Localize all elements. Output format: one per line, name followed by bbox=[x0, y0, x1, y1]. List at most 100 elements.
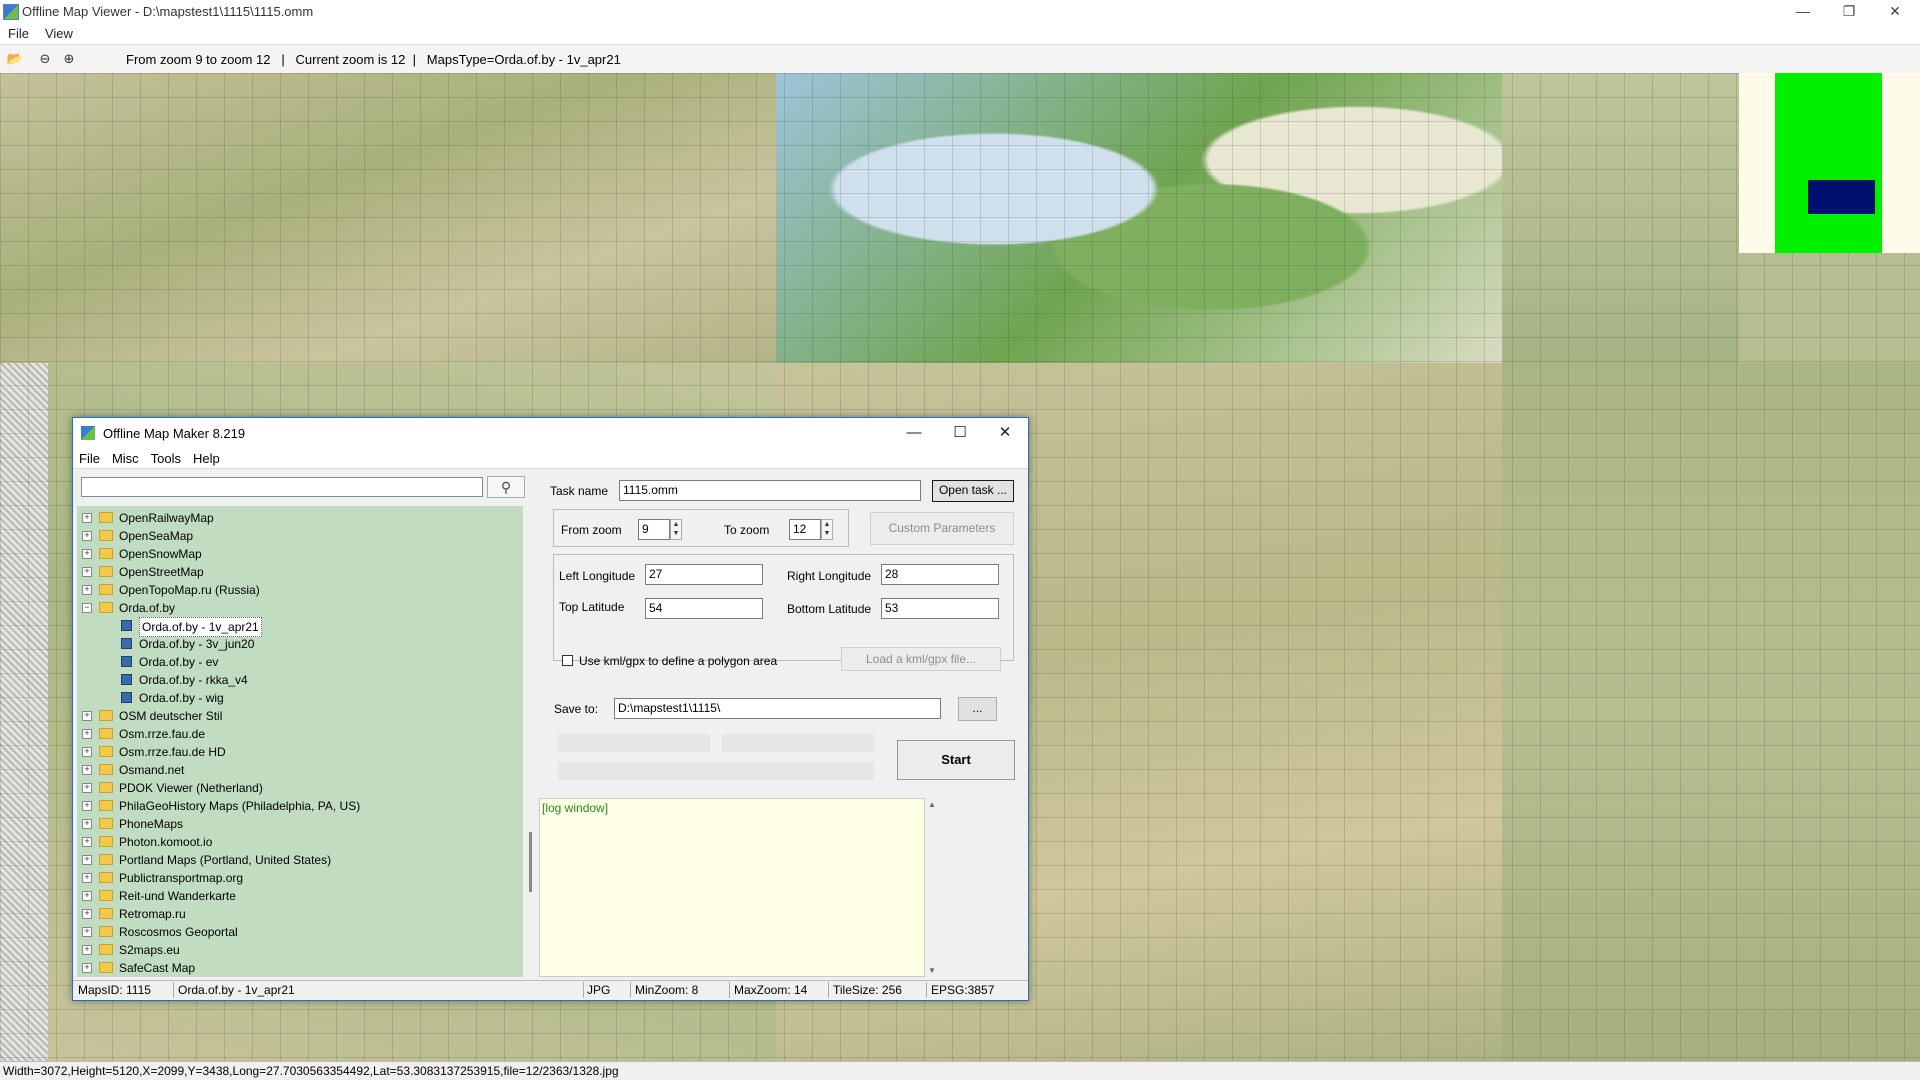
tree-scroll-thumb[interactable] bbox=[529, 832, 532, 892]
expand-icon[interactable]: + bbox=[82, 837, 92, 847]
expand-icon[interactable]: + bbox=[82, 567, 92, 577]
map-source-tree[interactable]: + OpenRailwayMap + OpenSeaMap + OpenSnowMap + O… bbox=[77, 506, 523, 977]
tree-folder-item[interactable]: + OpenStreetMap bbox=[77, 563, 517, 581]
scroll-up-icon[interactable]: ▲ bbox=[928, 800, 936, 809]
left-longitude-input[interactable]: 27 bbox=[645, 564, 763, 585]
expand-icon[interactable]: + bbox=[82, 801, 92, 811]
expand-icon[interactable]: + bbox=[82, 819, 92, 829]
expand-icon[interactable]: + bbox=[82, 927, 92, 937]
dialog-menu-tools[interactable]: Tools bbox=[145, 448, 187, 466]
to-zoom-input[interactable]: 12 bbox=[789, 519, 821, 540]
tree-map-item[interactable]: Orda.of.by - 1v_apr21 bbox=[77, 617, 517, 637]
from-zoom-input[interactable]: 9 bbox=[638, 519, 670, 540]
start-button[interactable]: Start bbox=[897, 740, 1015, 780]
menu-view[interactable]: View bbox=[37, 24, 81, 41]
collapse-icon[interactable]: − bbox=[82, 603, 92, 613]
restore-icon[interactable]: ❐ bbox=[1826, 0, 1872, 24]
dialog-menu-file[interactable]: File bbox=[73, 448, 106, 466]
overview-viewport[interactable] bbox=[1808, 180, 1875, 214]
overview-minimap[interactable] bbox=[1739, 73, 1920, 253]
top-latitude-input[interactable]: 54 bbox=[645, 598, 763, 619]
tree-item-label: Portland Maps (Portland, United States) bbox=[119, 853, 332, 867]
search-icon[interactable]: ⚲ bbox=[487, 476, 525, 498]
tree-folder-item[interactable]: + Publictransportmap.org bbox=[77, 869, 517, 887]
open-task-button[interactable]: Open task ... bbox=[932, 480, 1014, 502]
log-text: [log window] bbox=[542, 801, 609, 815]
map-tile bbox=[1502, 363, 1920, 1061]
open-folder-icon[interactable]: 📂 bbox=[6, 50, 24, 68]
zoom-in-icon[interactable]: ⊕ bbox=[60, 50, 78, 68]
dialog-menu-help[interactable]: Help bbox=[187, 448, 226, 466]
expand-icon[interactable]: + bbox=[82, 891, 92, 901]
custom-parameters-button[interactable]: Custom Parameters bbox=[870, 512, 1014, 545]
dialog-maximize-icon[interactable]: ☐ bbox=[937, 418, 983, 448]
task-name-input[interactable]: 1115.omm bbox=[619, 480, 921, 501]
expand-icon[interactable]: + bbox=[82, 549, 92, 559]
kml-checkbox[interactable] bbox=[562, 655, 573, 666]
tree-folder-item[interactable]: + OpenSnowMap bbox=[77, 545, 517, 563]
tree-folder-item[interactable]: + S2maps.eu bbox=[77, 941, 517, 959]
map-tile bbox=[1502, 73, 1739, 363]
tree-folder-item[interactable]: + SafeCast Map bbox=[77, 959, 517, 977]
tree-folder-item[interactable]: + Osm.rrze.fau.de HD bbox=[77, 743, 517, 761]
dialog-minimize-icon[interactable]: — bbox=[891, 418, 937, 448]
close-icon[interactable]: ✕ bbox=[1872, 0, 1918, 24]
tree-map-item[interactable]: Orda.of.by - ev bbox=[77, 653, 517, 671]
browse-button[interactable]: ... bbox=[958, 697, 997, 721]
bottom-latitude-input[interactable]: 53 bbox=[881, 598, 999, 619]
log-scrollbar[interactable]: ▲ ▼ bbox=[925, 798, 941, 977]
status-epsg: EPSG:3857 bbox=[931, 983, 995, 997]
menu-file[interactable]: File bbox=[0, 24, 37, 41]
tree-folder-item[interactable]: − Orda.of.by bbox=[77, 599, 517, 617]
top-latitude-label: Top Latitude bbox=[559, 600, 625, 614]
tree-folder-item[interactable]: + Photon.komoot.io bbox=[77, 833, 517, 851]
tree-folder-item[interactable]: + Reit-und Wanderkarte bbox=[77, 887, 517, 905]
to-zoom-stepper[interactable]: ▲ ▼ bbox=[821, 519, 833, 540]
expand-icon[interactable]: + bbox=[82, 513, 92, 523]
expand-icon[interactable]: + bbox=[82, 945, 92, 955]
tree-folder-item[interactable]: + OpenSeaMap bbox=[77, 527, 517, 545]
scroll-down-icon[interactable]: ▼ bbox=[928, 966, 936, 975]
folder-icon bbox=[99, 728, 113, 739]
tree-item-label: Reit-und Wanderkarte bbox=[119, 889, 236, 903]
tree-map-item[interactable]: Orda.of.by - wig bbox=[77, 689, 517, 707]
tree-folder-item[interactable]: + OSM deutscher Stil bbox=[77, 707, 517, 725]
expand-icon[interactable]: + bbox=[82, 963, 92, 973]
tree-folder-item[interactable]: + Retromap.ru bbox=[77, 905, 517, 923]
tree-folder-item[interactable]: + PDOK Viewer (Netherland) bbox=[77, 779, 517, 797]
tree-folder-item[interactable]: + Osm.rrze.fau.de bbox=[77, 725, 517, 743]
expand-icon[interactable]: + bbox=[82, 711, 92, 721]
tree-folder-item[interactable]: + PhilaGeoHistory Maps (Philadelphia, PA,… bbox=[77, 797, 517, 815]
from-zoom-stepper[interactable]: ▲ ▼ bbox=[670, 519, 682, 540]
tree-folder-item[interactable]: + Osmand.net bbox=[77, 761, 517, 779]
dialog-close-icon[interactable]: ✕ bbox=[982, 418, 1028, 448]
tree-map-item[interactable]: Orda.of.by - 3v_jun20 bbox=[77, 635, 517, 653]
expand-icon[interactable]: + bbox=[82, 747, 92, 757]
tree-folder-item[interactable]: + Roscosmos Geoportal bbox=[77, 923, 517, 941]
expand-icon[interactable]: + bbox=[82, 765, 92, 775]
tree-folder-item[interactable]: + PhoneMaps bbox=[77, 815, 517, 833]
log-window[interactable]: [log window] bbox=[539, 798, 925, 977]
save-to-input[interactable]: D:\mapstest1\1115\ bbox=[614, 698, 941, 719]
tree-folder-item[interactable]: + OpenTopoMap.ru (Russia) bbox=[77, 581, 517, 599]
expand-icon[interactable]: + bbox=[82, 531, 92, 541]
zoom-out-icon[interactable]: ⊖ bbox=[36, 50, 54, 68]
expand-icon[interactable]: + bbox=[82, 909, 92, 919]
expand-icon[interactable]: + bbox=[82, 855, 92, 865]
tree-item-label: Orda.of.by bbox=[119, 601, 176, 615]
tree-scrollbar[interactable] bbox=[523, 506, 539, 977]
minimize-icon[interactable]: — bbox=[1780, 0, 1826, 24]
expand-icon[interactable]: + bbox=[82, 729, 92, 739]
expand-icon[interactable]: + bbox=[82, 873, 92, 883]
map-layer-icon bbox=[121, 656, 132, 667]
expand-icon[interactable]: + bbox=[82, 585, 92, 595]
tree-folder-item[interactable]: + OpenRailwayMap bbox=[77, 509, 517, 527]
tree-item-label: PhilaGeoHistory Maps (Philadelphia, PA, … bbox=[119, 799, 361, 813]
expand-icon[interactable]: + bbox=[82, 783, 92, 793]
map-search-input[interactable] bbox=[81, 477, 483, 497]
dialog-menu-misc[interactable]: Misc bbox=[106, 448, 145, 466]
tree-map-item[interactable]: Orda.of.by - rkka_v4 bbox=[77, 671, 517, 689]
right-longitude-input[interactable]: 28 bbox=[881, 564, 999, 585]
load-kml-button[interactable]: Load a kml/gpx file... bbox=[841, 647, 1001, 671]
tree-folder-item[interactable]: + Portland Maps (Portland, United States) bbox=[77, 851, 517, 869]
